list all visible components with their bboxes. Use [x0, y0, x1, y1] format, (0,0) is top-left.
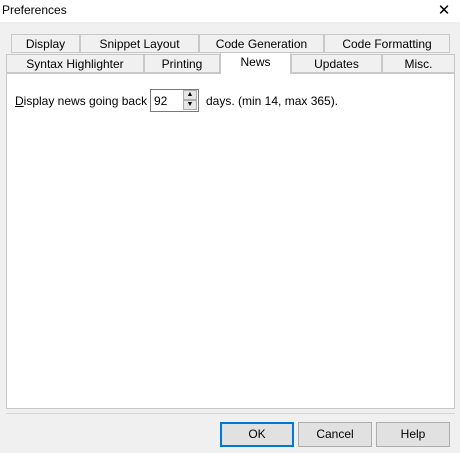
news-days-input[interactable]	[151, 90, 184, 111]
title-bar: Preferences ✕	[0, 0, 460, 22]
news-days-label-text: isplay news going back	[23, 94, 148, 108]
spin-down-arrow-icon[interactable]: ▼	[183, 100, 197, 110]
footer-divider	[6, 413, 455, 414]
window-title: Preferences	[2, 3, 67, 17]
tab-updates[interactable]: Updates	[291, 54, 382, 73]
tab-code-formatting[interactable]: Code Formatting	[324, 34, 450, 53]
help-button[interactable]: Help	[376, 422, 450, 447]
tab-news[interactable]: News	[220, 52, 291, 74]
ok-button[interactable]: OK	[220, 422, 294, 447]
tab-snippet-layout[interactable]: Snippet Layout	[80, 34, 199, 53]
spin-up-arrow-icon[interactable]: ▲	[183, 90, 197, 100]
tab-code-generation[interactable]: Code Generation	[199, 34, 324, 53]
tab-misc[interactable]: Misc.	[382, 54, 455, 73]
news-panel: Display news going back ▲ ▼ days. (min 1…	[6, 73, 455, 409]
cancel-button[interactable]: Cancel	[298, 422, 372, 447]
tab-printing[interactable]: Printing	[144, 54, 220, 73]
tab-display[interactable]: Display	[11, 34, 80, 53]
news-days-label-accelerator: D	[15, 94, 24, 108]
news-days-range-text: days. (min 14, max 365).	[206, 94, 339, 108]
news-days-spinner[interactable]: ▲ ▼	[150, 89, 199, 112]
close-icon[interactable]: ✕	[434, 1, 454, 21]
tab-syntax-highlighter[interactable]: Syntax Highlighter	[6, 54, 144, 73]
news-days-label: Display news going back	[15, 94, 147, 108]
